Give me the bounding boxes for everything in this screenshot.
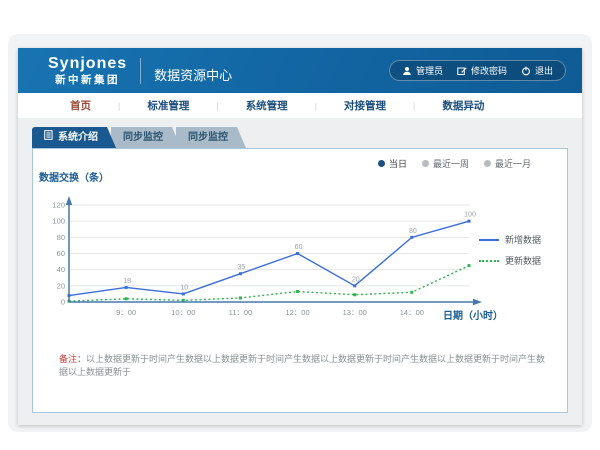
app-header: Synjones 新中新集团 数据资源中心 管理员 修改密码 <box>18 48 582 93</box>
svg-text:100: 100 <box>464 212 476 219</box>
legend-item-new-data: 新增数据 <box>479 233 557 246</box>
admin-label: 管理员 <box>416 64 443 77</box>
radio-icon <box>378 160 385 167</box>
app-window: Synjones 新中新集团 数据资源中心 管理员 修改密码 <box>18 48 582 425</box>
chart-legend: 新增数据 更新数据 <box>479 233 557 275</box>
power-icon <box>521 66 531 76</box>
nav-separator: | <box>118 101 120 111</box>
svg-text:60: 60 <box>295 244 303 251</box>
svg-text:11：00: 11：00 <box>229 308 253 317</box>
radio-icon <box>484 160 491 167</box>
svg-text:20: 20 <box>352 276 360 283</box>
content-area: 系统介绍 同步监控 同步监控 当日 最近一周 <box>18 118 582 425</box>
svg-text:10：00: 10：00 <box>171 308 195 317</box>
range-label: 最近一月 <box>495 157 531 170</box>
svg-text:18: 18 <box>123 278 131 285</box>
chart-panel: 当日 最近一周 最近一月 数据交换（条） 0 20 40 60 80 100 120 9：00… <box>32 148 568 413</box>
logout-label: 退出 <box>535 64 553 77</box>
nav-item-interface-mgmt[interactable]: 对接管理 <box>344 98 386 113</box>
note-prefix: 备注： <box>59 354 86 364</box>
nav-item-standard-mgmt[interactable]: 标准管理 <box>147 98 189 113</box>
logo-wordmark: Synjones <box>48 56 127 72</box>
nav-item-home[interactable]: 首页 <box>70 98 91 113</box>
range-label: 当日 <box>389 157 407 170</box>
line-chart: 0 20 40 60 80 100 120 9：00 10：00 11：00 12：00 13：00 1… <box>39 187 499 327</box>
app-title: 数据资源中心 <box>154 65 232 84</box>
tab-label: 同步监控 <box>188 132 228 143</box>
admin-user-button[interactable]: 管理员 <box>402 64 443 77</box>
logout-button[interactable]: 退出 <box>521 64 553 77</box>
svg-text:10: 10 <box>180 284 188 291</box>
range-option-today[interactable]: 当日 <box>378 157 407 170</box>
legend-label: 新增数据 <box>505 233 541 246</box>
radio-icon <box>422 160 429 167</box>
company-logo: Synjones 新中新集团 <box>48 56 127 86</box>
tab-label: 同步监控 <box>123 132 163 143</box>
main-nav: 首页 | 标准管理 | 系统管理 | 对接管理 | 数据异动 <box>18 93 582 118</box>
header-divider <box>140 58 141 84</box>
tab-system-intro[interactable]: 系统介绍 <box>32 127 116 148</box>
tab-sync-monitor-2[interactable]: 同步监控 <box>176 127 246 148</box>
nav-separator: | <box>413 101 415 111</box>
svg-text:13：00: 13：00 <box>343 308 367 317</box>
user-menu: 管理员 修改密码 退出 <box>389 60 566 81</box>
svg-text:9：00: 9：00 <box>116 308 136 317</box>
nav-item-data-change[interactable]: 数据异动 <box>442 98 484 113</box>
range-label: 最近一周 <box>433 157 469 170</box>
svg-text:35: 35 <box>238 264 246 271</box>
svg-text:80: 80 <box>409 228 417 235</box>
document-icon <box>44 127 53 148</box>
svg-text:120: 120 <box>52 201 65 210</box>
legend-label: 更新数据 <box>505 254 541 267</box>
tab-label: 系统介绍 <box>58 127 98 148</box>
range-option-last-week[interactable]: 最近一周 <box>422 157 469 170</box>
y-axis-title: 数据交换（条） <box>39 169 109 184</box>
chart-svg: 0 20 40 60 80 100 120 9：00 10：00 11：00 12：00 13：00 1… <box>39 187 499 327</box>
change-password-label: 修改密码 <box>471 64 507 77</box>
green-dotted-swatch-icon <box>479 260 499 262</box>
change-password-button[interactable]: 修改密码 <box>457 64 507 77</box>
note-text: 以上数据更新于时间产生数据以上数据更新于时间产生数据以上数据更新于时间产生数据以… <box>59 354 545 377</box>
svg-text:40: 40 <box>57 265 65 274</box>
tab-bar: 系统介绍 同步监控 同步监控 <box>32 127 246 148</box>
svg-text:60: 60 <box>57 249 65 258</box>
svg-text:80: 80 <box>57 233 65 242</box>
nav-item-system-mgmt[interactable]: 系统管理 <box>246 98 288 113</box>
time-range-selector: 当日 最近一周 最近一月 <box>378 157 531 170</box>
nav-separator: | <box>216 101 218 111</box>
svg-text:14：00: 14：00 <box>400 308 424 317</box>
svg-text:0: 0 <box>61 298 65 307</box>
x-axis-title: 日期（小时） <box>443 307 503 322</box>
nav-separator: | <box>315 101 317 111</box>
logo-chinese-name: 新中新集团 <box>48 75 127 86</box>
edit-pen-icon <box>457 66 467 76</box>
blue-line-swatch-icon <box>479 239 499 241</box>
svg-text:100: 100 <box>52 217 65 226</box>
footer-note: 备注：以上数据更新于时间产生数据以上数据更新于时间产生数据以上数据更新于时间产生… <box>59 353 553 378</box>
legend-item-updated-data: 更新数据 <box>479 254 557 267</box>
tab-sync-monitor-1[interactable]: 同步监控 <box>111 127 181 148</box>
svg-text:20: 20 <box>57 281 65 290</box>
user-icon <box>402 66 412 76</box>
svg-text:12：00: 12：00 <box>285 308 309 317</box>
range-option-last-month[interactable]: 最近一月 <box>484 157 531 170</box>
